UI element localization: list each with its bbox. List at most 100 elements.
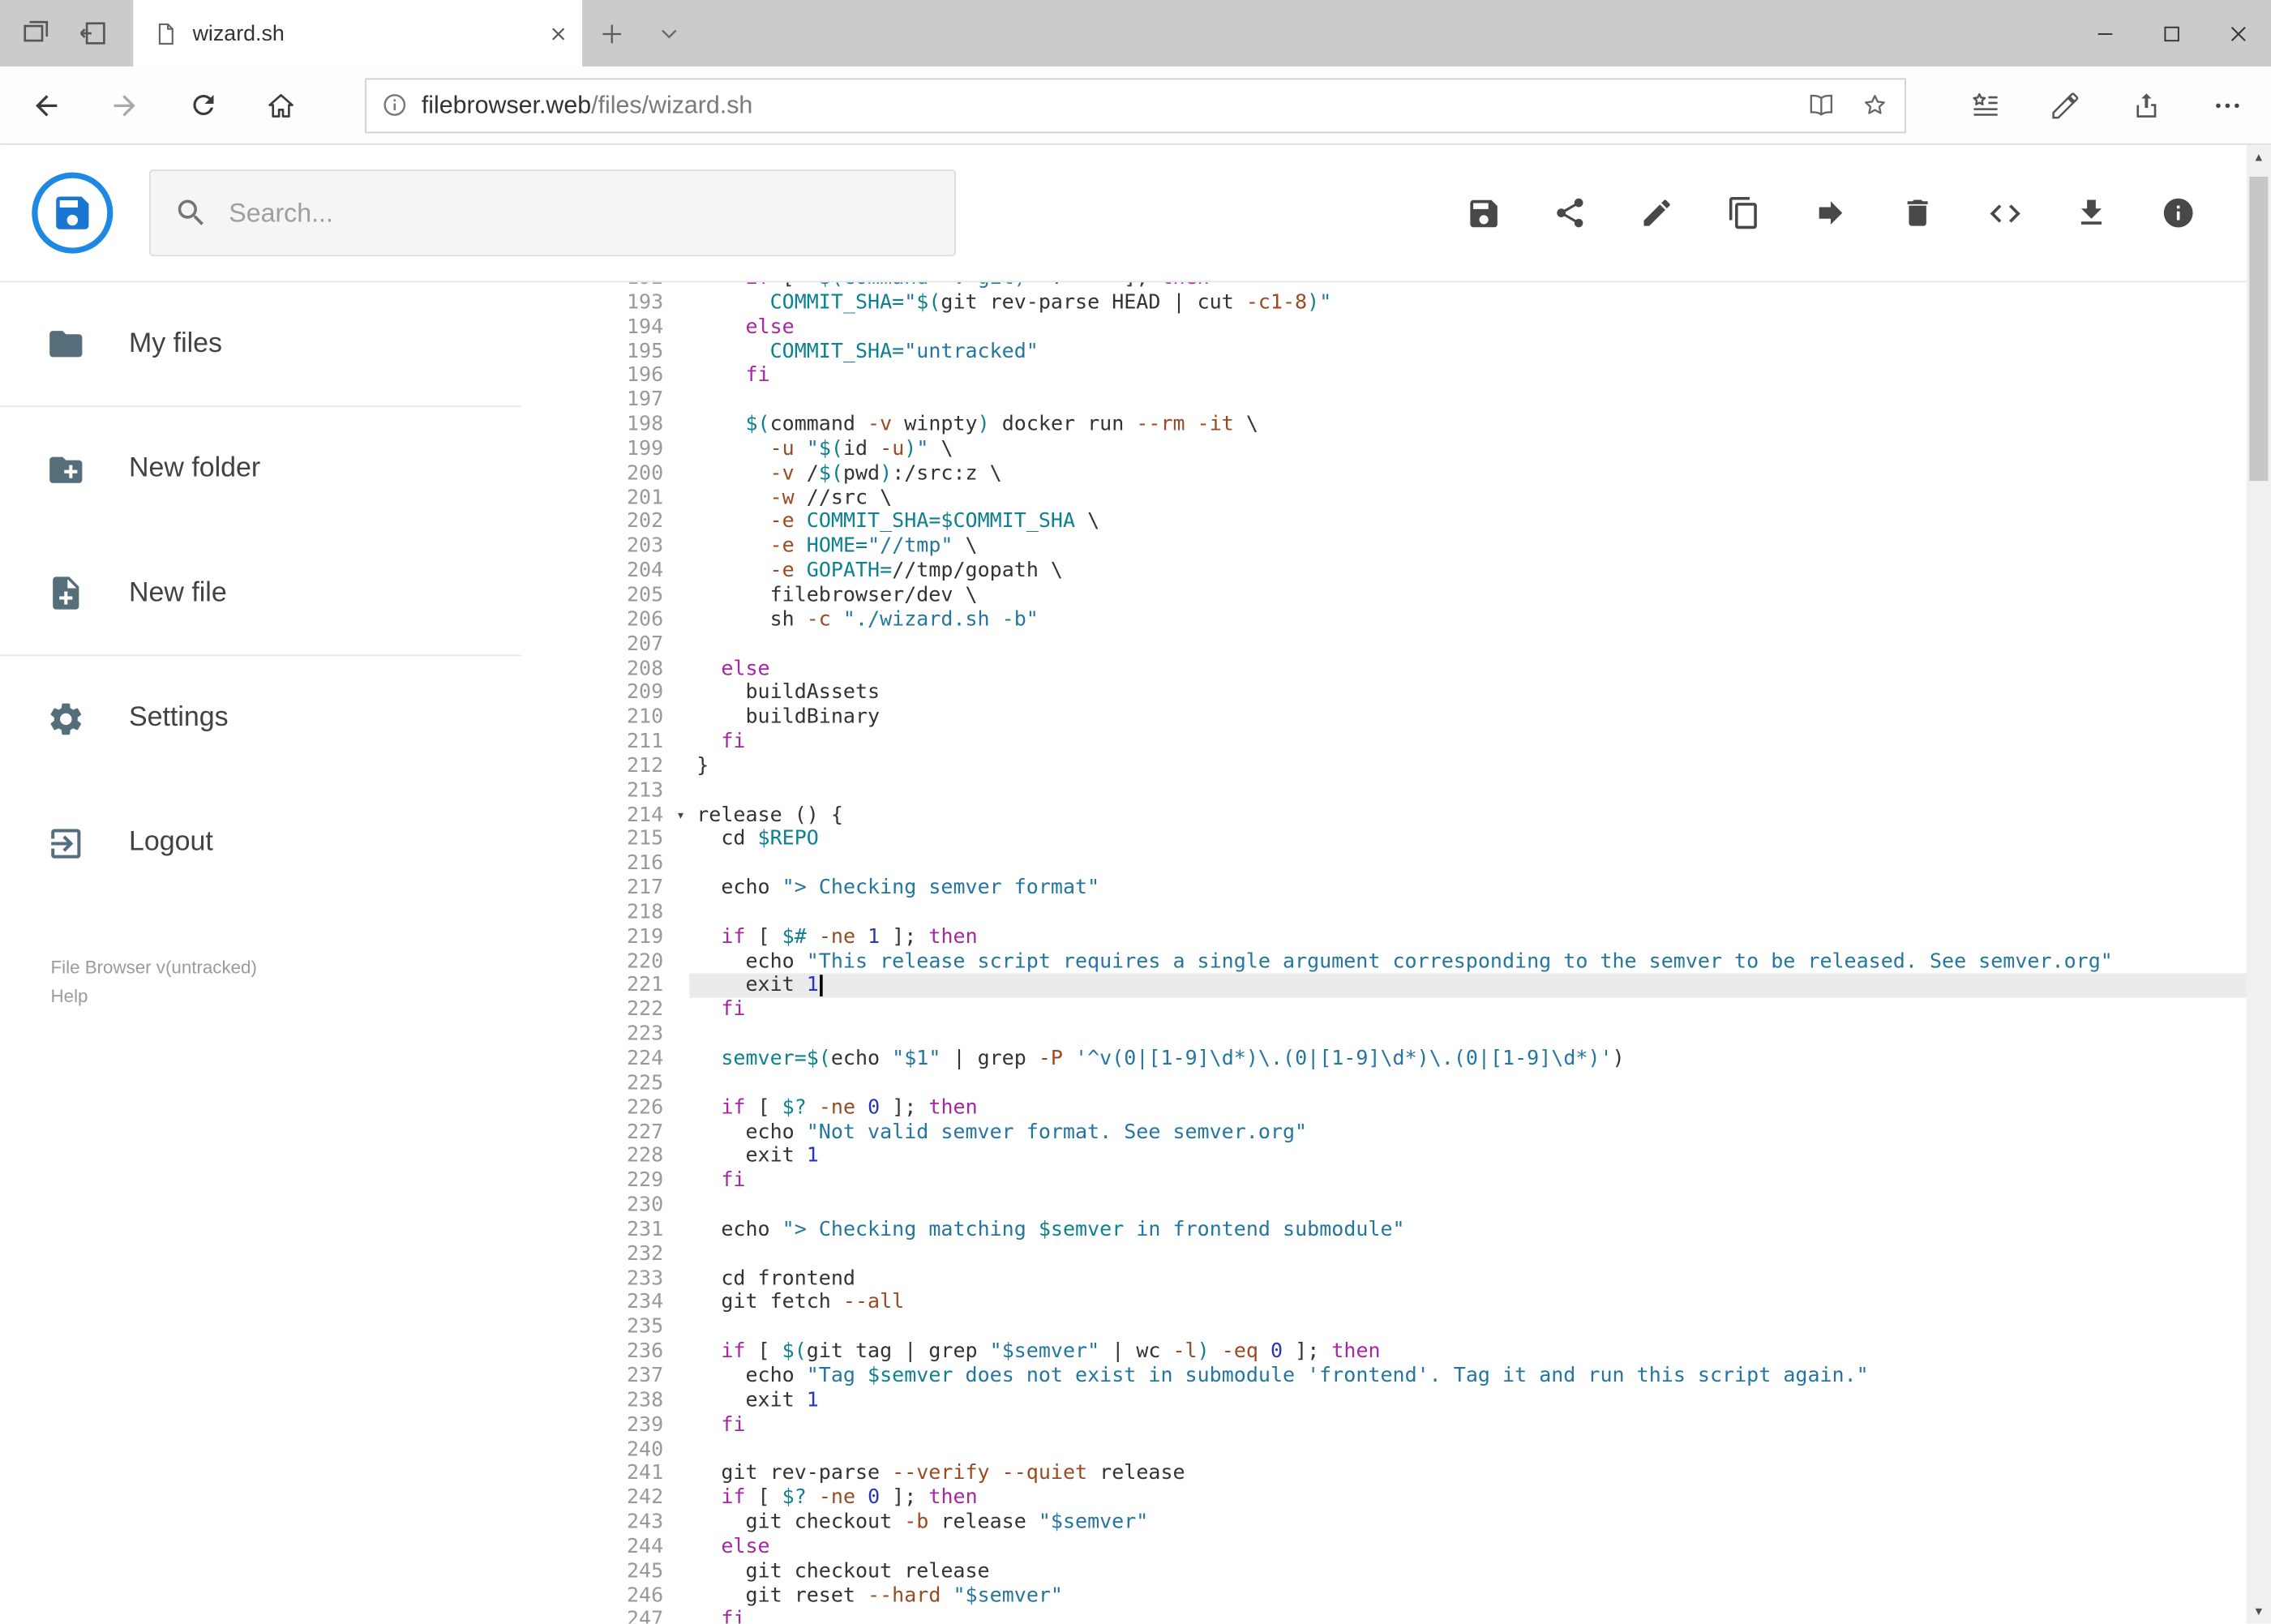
reading-view-icon[interactable] (1806, 90, 1837, 121)
code-line[interactable]: 194 else (584, 315, 2271, 340)
close-tab-icon[interactable] (549, 24, 568, 42)
code-line[interactable]: 203 -e HOME="//tmp" \ (584, 535, 2271, 559)
close-window-button[interactable] (2205, 0, 2271, 66)
code-line[interactable]: 225 (584, 1072, 2271, 1096)
edit-icon[interactable] (1628, 184, 1686, 242)
tab-dropdown-icon[interactable] (641, 0, 698, 66)
code-line[interactable]: 217 echo "> Checking semver format" (584, 876, 2271, 901)
home-icon[interactable] (249, 73, 313, 137)
set-tabs-aside-icon[interactable] (78, 17, 109, 49)
code-line[interactable]: 209 buildAssets (584, 681, 2271, 705)
code-line[interactable]: 240 (584, 1438, 2271, 1462)
code-line[interactable]: 224 semver=$(echo "$1" | grep -P '^v(0|[… (584, 1048, 2271, 1072)
code-line[interactable]: 214 ▾ release () { (584, 803, 2271, 828)
code-line[interactable]: 196 fi (584, 364, 2271, 388)
code-line[interactable]: 219 if [ $# -ne 1 ]; then (584, 925, 2271, 949)
scroll-up-icon[interactable]: ▲ (2247, 145, 2271, 169)
code-line[interactable]: 213 (584, 779, 2271, 803)
sidebar-item-logout[interactable]: Logout (0, 781, 521, 906)
help-link[interactable]: Help (51, 982, 257, 1011)
url-field[interactable]: filebrowser.web/files/wizard.sh (365, 77, 1906, 133)
sidebar-item-new-folder[interactable]: New folder (0, 407, 521, 532)
code-line[interactable]: 235 (584, 1316, 2271, 1340)
forward-icon[interactable] (92, 73, 156, 137)
code-line[interactable]: 238 exit 1 (584, 1389, 2271, 1413)
scrollbar-thumb[interactable] (2249, 176, 2269, 482)
code-line[interactable]: 192 if [ "$(command -v git)" != "" ]; th… (584, 282, 2271, 290)
code-line[interactable]: 243 git checkout -b release "$semver" (584, 1510, 2271, 1535)
code-line[interactable]: 193 COMMIT_SHA="$(git rev-parse HEAD | c… (584, 291, 2271, 315)
code-editor[interactable]: 192 if [ "$(command -v git)" != "" ]; th… (583, 282, 2271, 1624)
annotate-icon[interactable] (2042, 82, 2089, 128)
move-icon[interactable] (1802, 184, 1859, 242)
code-line[interactable]: 236 if [ $(git tag | grep "$semver" | wc… (584, 1340, 2271, 1365)
fold-arrow-icon[interactable]: ▾ (676, 804, 685, 829)
app-logo[interactable] (32, 172, 114, 254)
refresh-icon[interactable] (171, 73, 235, 137)
sidebar-item-my-files[interactable]: My files (0, 282, 522, 407)
code-line[interactable]: 241 git rev-parse --verify --quiet relea… (584, 1462, 2271, 1486)
new-tab-button[interactable] (582, 0, 640, 66)
vertical-scrollbar[interactable]: ▲ ▼ (2246, 144, 2271, 1624)
code-line[interactable]: 230 (584, 1193, 2271, 1218)
code-line[interactable]: 234 git fetch --all (584, 1291, 2271, 1315)
share-icon[interactable] (2123, 82, 2170, 128)
info-icon[interactable] (2149, 184, 2207, 242)
code-line[interactable]: 233 cd frontend (584, 1266, 2271, 1291)
delete-icon[interactable] (1888, 184, 1946, 242)
code-line[interactable]: 197 (584, 388, 2271, 413)
code-line[interactable]: 198 $(command -v winpty) docker run --rm… (584, 413, 2271, 437)
more-icon[interactable] (2205, 82, 2251, 128)
code-line[interactable]: 246 git reset --hard "$semver" (584, 1583, 2271, 1608)
code-line[interactable]: 221 exit 1 (584, 974, 2271, 999)
code-line[interactable]: 205 filebrowser/dev \ (584, 584, 2271, 608)
site-info-icon[interactable] (381, 92, 409, 119)
code-line[interactable]: 202 -e COMMIT_SHA=$COMMIT_SHA \ (584, 511, 2271, 535)
code-line[interactable]: 239 fi (584, 1413, 2271, 1438)
copy-icon[interactable] (1715, 184, 1772, 242)
code-line[interactable]: 237 echo "Tag $semver does not exist in … (584, 1365, 2271, 1389)
back-icon[interactable] (15, 73, 79, 137)
code-line[interactable]: 227 echo "Not valid semver format. See s… (584, 1121, 2271, 1145)
code-line[interactable]: 228 exit 1 (584, 1145, 2271, 1169)
code-line[interactable]: 244 else (584, 1535, 2271, 1559)
hub-icon[interactable] (1961, 82, 2007, 128)
code-line[interactable]: 211 fi (584, 730, 2271, 754)
search-input[interactable]: Search... (148, 169, 956, 257)
code-line[interactable]: 208 else (584, 657, 2271, 681)
tab-preview-icon[interactable] (20, 17, 52, 49)
code-line[interactable]: 229 fi (584, 1169, 2271, 1193)
code-line[interactable]: 212} (584, 754, 2271, 778)
code-line[interactable]: 247 fi (584, 1609, 2271, 1624)
code-line[interactable]: 201 -w //src \ (584, 486, 2271, 510)
save-icon[interactable] (1454, 184, 1511, 242)
code-line[interactable]: 220 echo "This release script requires a… (584, 949, 2271, 974)
share-file-icon[interactable] (1541, 184, 1599, 242)
code-line[interactable]: 206 sh -c "./wizard.sh -b" (584, 608, 2271, 632)
download-icon[interactable] (2063, 184, 2120, 242)
code-line[interactable]: 215 cd $REPO (584, 828, 2271, 852)
code-line[interactable]: 222 fi (584, 998, 2271, 1022)
browser-tab[interactable]: wizard.sh (133, 0, 583, 67)
favorite-star-icon[interactable] (1860, 90, 1891, 121)
raw-code-icon[interactable] (1976, 184, 2033, 242)
code-line[interactable]: 242 if [ $? -ne 0 ]; then (584, 1486, 2271, 1510)
sidebar-item-new-file[interactable]: New file (0, 532, 522, 657)
scroll-down-icon[interactable]: ▼ (2247, 1599, 2271, 1623)
code-line[interactable]: 218 (584, 901, 2271, 925)
code-line[interactable]: 231 echo "> Checking matching $semver in… (584, 1218, 2271, 1242)
code-line[interactable]: 226 if [ $? -ne 0 ]; then (584, 1096, 2271, 1121)
minimize-button[interactable] (2071, 0, 2137, 66)
code-line[interactable]: 200 -v /$(pwd):/src:z \ (584, 461, 2271, 486)
maximize-button[interactable] (2138, 0, 2205, 66)
code-line[interactable]: 207 (584, 632, 2271, 657)
code-line[interactable]: 199 -u "$(id -u)" \ (584, 437, 2271, 461)
code-line[interactable]: 210 buildBinary (584, 705, 2271, 730)
code-line[interactable]: 216 (584, 852, 2271, 876)
code-line[interactable]: 195 COMMIT_SHA="untracked" (584, 340, 2271, 364)
code-line[interactable]: 232 (584, 1242, 2271, 1266)
sidebar-item-settings[interactable]: Settings (0, 656, 521, 781)
code-line[interactable]: 245 git checkout release (584, 1559, 2271, 1583)
code-line[interactable]: 204 -e GOPATH=//tmp/gopath \ (584, 559, 2271, 584)
code-line[interactable]: 223 (584, 1022, 2271, 1047)
